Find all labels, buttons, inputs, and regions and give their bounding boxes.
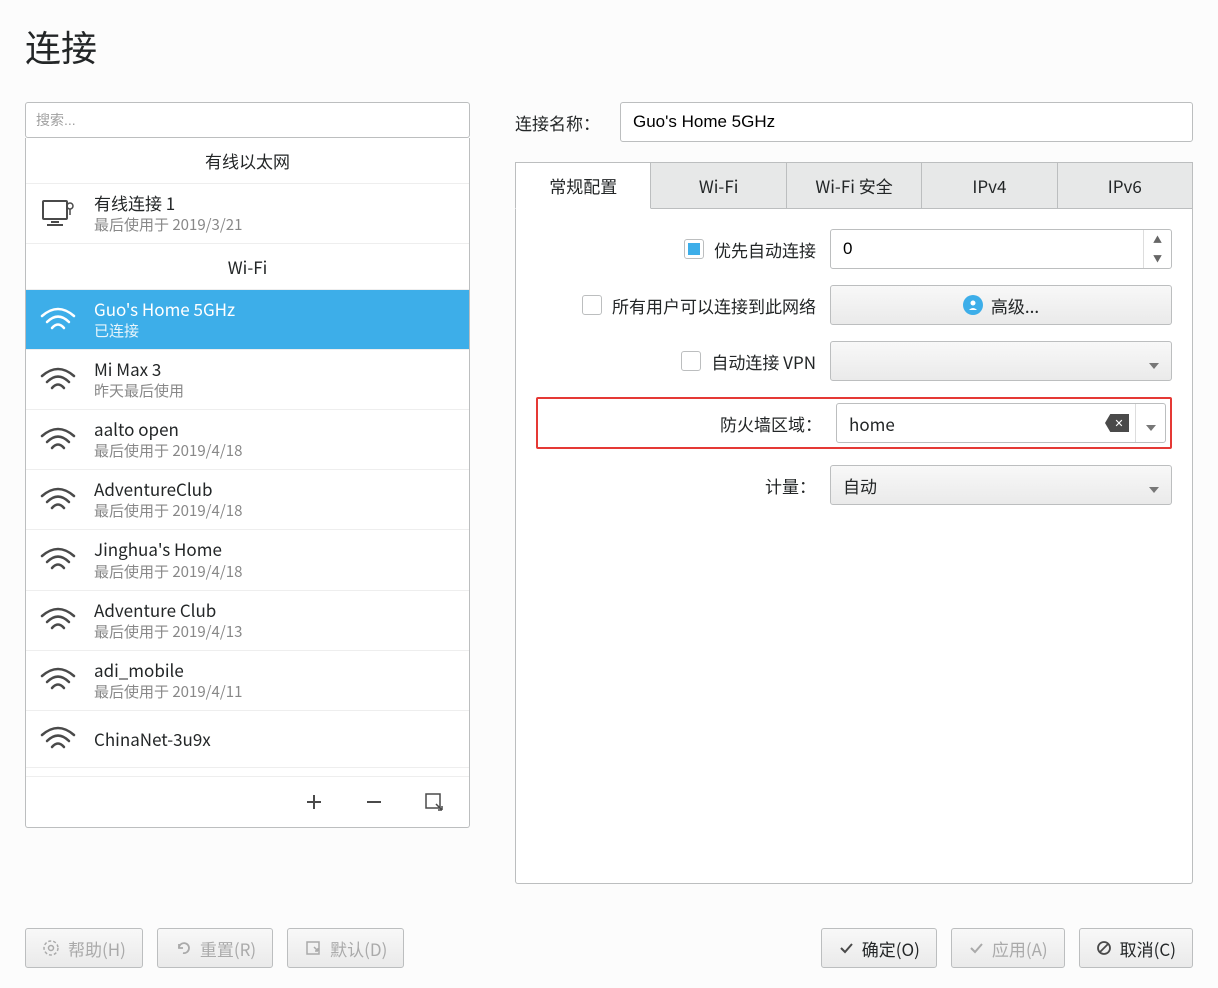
clear-icon[interactable]: ✕ (1105, 414, 1129, 432)
undo-icon (174, 939, 192, 957)
apply-button[interactable]: 应用(A) (951, 928, 1065, 968)
conn-name: Mi Max 3 (94, 358, 184, 380)
ethernet-icon (38, 194, 78, 234)
list-item[interactable]: 有线连接 1 最后使用于 2019/3/21 (26, 184, 469, 244)
chevron-down-icon (1149, 473, 1159, 498)
all-users-label: 所有用户可以连接到此网络 (612, 293, 816, 318)
tab-wifi-security[interactable]: Wi-Fi 安全 (787, 162, 922, 209)
conn-name: 有线连接 1 (94, 192, 242, 214)
firewall-zone-select[interactable]: home ✕ (836, 403, 1166, 443)
list-item[interactable]: ChinaNet-3u9x (26, 711, 469, 768)
reset-button[interactable]: 重置(R) (157, 928, 273, 968)
wifi-icon (38, 480, 78, 520)
advanced-label: 高级... (991, 293, 1039, 318)
section-header-wifi: Wi-Fi (26, 244, 469, 290)
stepper-down[interactable]: ▼ (1144, 249, 1171, 268)
conn-name: aalto open (94, 418, 242, 440)
list-item[interactable]: Jinghua's Home 最后使用于 2019/4/18 (26, 530, 469, 590)
list-item[interactable]: Mi Max 3 昨天最后使用 (26, 350, 469, 410)
metered-value: 自动 (843, 473, 877, 498)
auto-connect-checkbox[interactable] (684, 239, 704, 259)
conn-sub: 已连接 (94, 320, 235, 341)
tab-ipv4[interactable]: IPv4 (922, 162, 1057, 209)
default-button[interactable]: 默认(D) (287, 928, 404, 968)
add-button[interactable] (299, 787, 329, 817)
cancel-button[interactable]: 取消(C) (1079, 928, 1193, 968)
zone-value: home (849, 411, 1105, 436)
list-item[interactable]: AdventureClub 最后使用于 2019/4/18 (26, 470, 469, 530)
wifi-icon (38, 420, 78, 460)
tab-wifi[interactable]: Wi-Fi (651, 162, 786, 209)
ok-button[interactable]: 确定(O) (821, 928, 937, 968)
list-item[interactable]: aalto open 最后使用于 2019/4/18 (26, 410, 469, 470)
wifi-icon (38, 660, 78, 700)
conn-name: Jinghua's Home (94, 538, 242, 560)
user-icon (963, 295, 983, 315)
metered-label: 计量： (765, 473, 816, 498)
conn-name: AdventureClub (94, 478, 242, 500)
page-title: 连接 (0, 0, 1218, 102)
conn-sub: 最后使用于 2019/4/13 (94, 621, 242, 642)
priority-input[interactable] (831, 239, 1143, 259)
wifi-icon (38, 360, 78, 400)
connection-name-label: 连接名称： (515, 110, 600, 135)
default-icon (304, 939, 322, 957)
conn-sub: 最后使用于 2019/4/18 (94, 561, 242, 582)
conn-sub: 昨天最后使用 (94, 380, 184, 401)
conn-name: Guo's Home 5GHz (94, 298, 235, 320)
firewall-zone-label: 防火墙区域： (720, 411, 822, 436)
list-item[interactable]: Guo's Home 5GHz 已连接 (26, 290, 469, 350)
wifi-icon (38, 600, 78, 640)
cancel-icon (1096, 940, 1112, 956)
check-icon (968, 940, 984, 956)
conn-sub: 最后使用于 2019/3/21 (94, 214, 242, 235)
conn-name: adi_mobile (94, 659, 242, 681)
tab-ipv6[interactable]: IPv6 (1058, 162, 1193, 209)
conn-sub: 最后使用于 2019/4/18 (94, 500, 242, 521)
conn-name: ChinaNet-3u9x (94, 728, 211, 750)
tabs: 常规配置 Wi-Fi Wi-Fi 安全 IPv4 IPv6 (515, 162, 1193, 209)
stepper-up[interactable]: ▲ (1144, 230, 1171, 249)
auto-vpn-checkbox[interactable] (681, 351, 701, 371)
remove-button[interactable] (359, 787, 389, 817)
tab-general[interactable]: 常规配置 (515, 162, 651, 209)
advanced-button[interactable]: 高级... (830, 285, 1172, 325)
search-input[interactable] (25, 102, 470, 138)
all-users-checkbox[interactable] (582, 295, 602, 315)
chevron-down-icon[interactable] (1135, 404, 1165, 442)
help-icon (42, 939, 60, 957)
chevron-down-icon (1149, 349, 1159, 374)
conn-sub: 最后使用于 2019/4/18 (94, 440, 242, 461)
auto-vpn-label: 自动连接 VPN (711, 349, 816, 374)
export-button[interactable] (419, 787, 449, 817)
auto-connect-label: 优先自动连接 (714, 237, 816, 262)
check-icon (838, 940, 854, 956)
metered-select[interactable]: 自动 (830, 465, 1172, 505)
priority-stepper[interactable]: ▲ ▼ (830, 229, 1172, 269)
wifi-icon (38, 719, 78, 759)
conn-name: Adventure Club (94, 599, 242, 621)
help-button[interactable]: 帮助(H) (25, 928, 143, 968)
section-header-ethernet: 有线以太网 (26, 138, 469, 184)
connection-name-input[interactable] (620, 102, 1193, 142)
vpn-select[interactable] (830, 341, 1172, 381)
wifi-icon (38, 300, 78, 340)
conn-sub: 最后使用于 2019/4/11 (94, 681, 242, 702)
general-panel: 优先自动连接 ▲ ▼ 所有用户可以连接到此网络 (515, 209, 1193, 884)
list-item[interactable]: adi_mobile 最后使用于 2019/4/11 (26, 651, 469, 711)
connection-list[interactable]: 有线以太网 有线连接 1 最后使用于 2019/3/21 Wi-Fi (26, 138, 469, 776)
wifi-icon (38, 540, 78, 580)
list-item[interactable]: Adventure Club 最后使用于 2019/4/13 (26, 591, 469, 651)
